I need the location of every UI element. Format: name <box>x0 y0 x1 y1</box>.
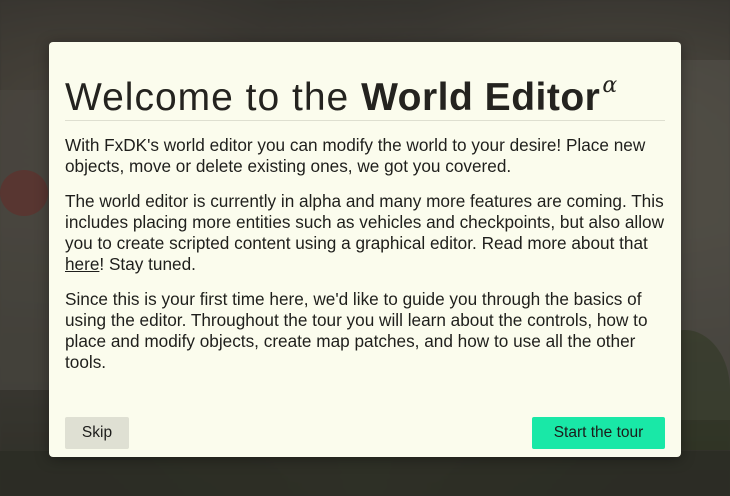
tour-paragraph: Since this is your first time here, we'd… <box>65 289 648 372</box>
alpha-text-end: ! Stay tuned. <box>99 254 196 274</box>
intro-paragraph: With FxDK's world editor you can modify … <box>65 135 646 176</box>
dialog-actions: Skip Start the tour <box>65 417 665 449</box>
alpha-text: The world editor is currently in alpha a… <box>65 191 665 253</box>
alpha-badge: α <box>602 73 619 98</box>
skip-button[interactable]: Skip <box>65 417 129 449</box>
alpha-paragraph: The world editor is currently in alpha a… <box>65 191 665 275</box>
title-prefix: Welcome to the <box>65 76 362 119</box>
welcome-dialog: Welcome to the World Editorα With FxDK's… <box>49 42 681 457</box>
title-world-editor: World Editor <box>361 76 601 119</box>
start-tour-button[interactable]: Start the tour <box>532 417 665 449</box>
read-more-link[interactable]: here <box>65 254 99 274</box>
editor-viewport: Welcome to the World Editorα With FxDK's… <box>0 0 730 496</box>
dialog-title: Welcome to the World Editorα <box>65 42 665 120</box>
